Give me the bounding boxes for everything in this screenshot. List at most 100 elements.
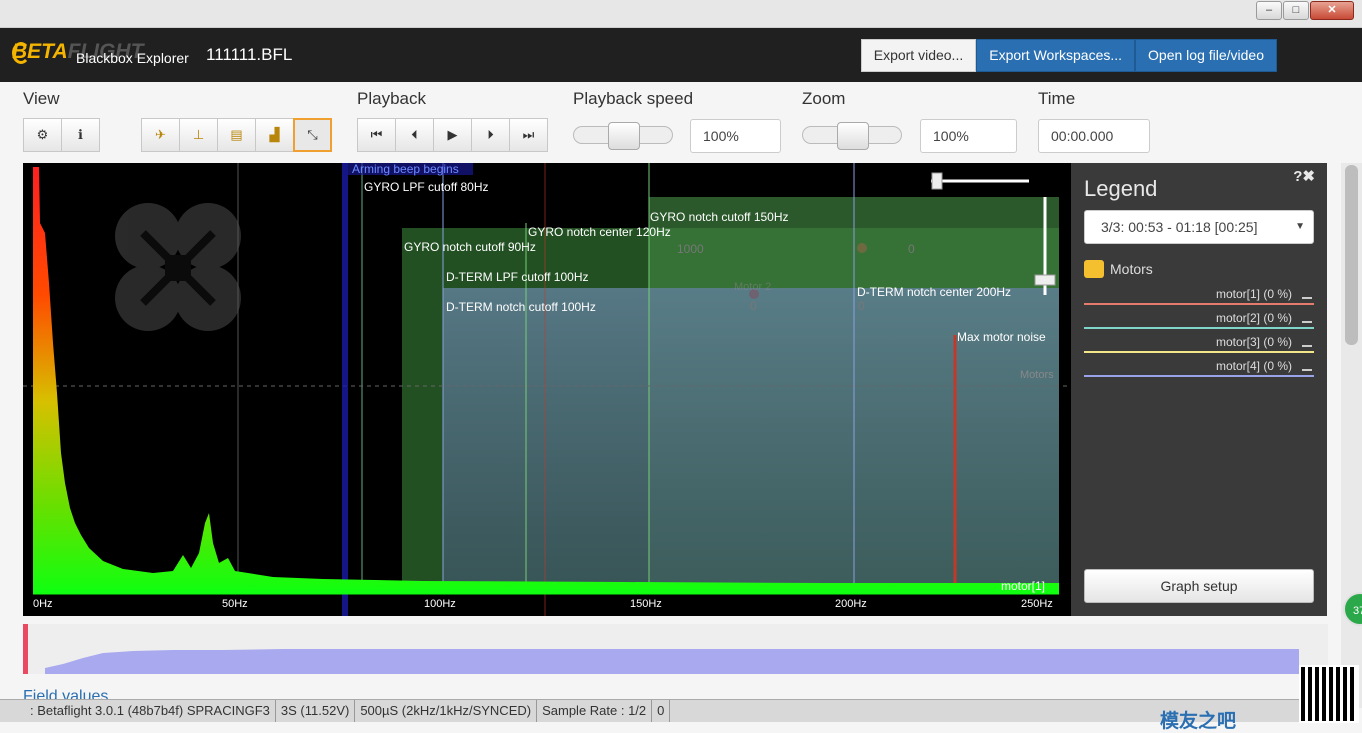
- zoom-slider[interactable]: [802, 122, 902, 150]
- seek-bar-canvas: [23, 624, 1299, 674]
- legend-item-motor3[interactable]: motor[3] (0 %): [1084, 333, 1314, 353]
- status-sample-rate: Sample Rate : 1/2: [537, 700, 653, 722]
- legend-help-close-icon[interactable]: ?✖: [1293, 167, 1315, 185]
- log-selector-value: 3/3: 00:53 - 01:18 [00:25]: [1101, 219, 1258, 235]
- view-buttons: ⚙ ℹ: [23, 118, 100, 152]
- annotation-max-motor-noise: Max motor noise: [957, 330, 1046, 344]
- playback-label: Playback: [357, 89, 426, 108]
- analyser-zoom-y-handle[interactable]: [1034, 274, 1056, 286]
- step-back-button[interactable]: ⏴: [395, 118, 434, 152]
- legend-panel: Legend ?✖ 3/3: 00:53 - 01:18 [00:25] ▼ Mo…: [1071, 163, 1327, 616]
- play-icon: ▶: [447, 127, 458, 142]
- zoom-input[interactable]: 100%: [920, 119, 1017, 153]
- bar-chart-icon: ▟: [269, 127, 280, 142]
- view-label: View: [23, 89, 60, 108]
- joystick-icon: ⊥: [192, 127, 205, 142]
- window-titlebar: – □ ✕: [0, 0, 1362, 28]
- step-back-icon: ⏴: [411, 127, 418, 142]
- spectrum-icon[interactable]: [1302, 361, 1312, 371]
- play-button[interactable]: ▶: [433, 118, 472, 152]
- settings-button[interactable]: ⚙: [23, 118, 62, 152]
- playback-speed-slider-handle[interactable]: [608, 122, 640, 150]
- x-tick-100hz: 100Hz: [424, 598, 456, 610]
- annotation-gyro-notch-center: GYRO notch center 120Hz: [528, 225, 671, 239]
- x-tick-250hz: 250Hz: [1021, 598, 1053, 610]
- plane-icon: ✈: [155, 127, 166, 142]
- status-firmware: : Betaflight 3.0.1 (48b7b4f) SPRACINGF3: [0, 700, 276, 722]
- log-filename: 111111.BFL: [206, 45, 293, 64]
- annotation-gyro-notch-cutoff-90: GYRO notch cutoff 90Hz: [404, 240, 536, 254]
- legend-item-motor1[interactable]: motor[1] (0 %): [1084, 285, 1314, 305]
- playback-speed-slider[interactable]: [573, 122, 673, 150]
- table-icon: ▤: [230, 127, 243, 142]
- graph-setup-button[interactable]: Graph setup: [1084, 569, 1314, 603]
- app-header: BETAFLIGHT Blackbox Explorer 111111.BFL …: [0, 28, 1362, 82]
- chevron-down-icon: ▼: [1295, 221, 1305, 232]
- overlay-label-motors: Motors: [1020, 369, 1054, 381]
- minimize-button[interactable]: –: [1256, 1, 1282, 20]
- jump-start-button[interactable]: ⏮: [357, 118, 396, 152]
- spectrum-icon[interactable]: [1302, 313, 1312, 323]
- export-workspaces-button[interactable]: Export Workspaces...: [976, 39, 1136, 72]
- spectrum-icon[interactable]: [1302, 289, 1312, 299]
- legend-item-label: motor[1] (0 %): [1215, 287, 1292, 301]
- legend-item-label: motor[2] (0 %): [1215, 311, 1292, 325]
- zoom-slider-handle[interactable]: [837, 122, 869, 150]
- legend-item-motor4[interactable]: motor[4] (0 %): [1084, 357, 1314, 377]
- close-button[interactable]: ✕: [1310, 1, 1354, 20]
- x-tick-50hz: 50Hz: [222, 598, 248, 610]
- window-controls: – □ ✕: [1255, 1, 1354, 20]
- playback-speed-label: Playback speed: [573, 89, 694, 108]
- seek-bar[interactable]: [23, 624, 1328, 674]
- info-icon: ℹ: [78, 127, 83, 142]
- step-forward-button[interactable]: ⏵: [471, 118, 510, 152]
- event-label: Arming beep begins: [352, 163, 459, 176]
- open-log-button[interactable]: Open log file/video: [1135, 39, 1277, 72]
- spectrum-icon[interactable]: [1302, 337, 1312, 347]
- legend-group-motors[interactable]: Motors: [1084, 260, 1153, 278]
- jump-end-button[interactable]: ⏭: [509, 118, 548, 152]
- page-scrollbar[interactable]: [1341, 163, 1362, 708]
- legend-title: Legend: [1084, 176, 1158, 201]
- legend-item-motor2[interactable]: motor[2] (0 %): [1084, 309, 1314, 329]
- annotation-dterm-notch-center: D-TERM notch center 200Hz: [857, 285, 1011, 299]
- collapse-arrows-icon: ⤡: [307, 127, 318, 142]
- sticks-view-button[interactable]: ⊥: [179, 118, 218, 152]
- time-input[interactable]: 00:00.000: [1038, 119, 1150, 153]
- zoom-label: Zoom: [802, 89, 846, 108]
- craft-view-button[interactable]: ✈: [141, 118, 180, 152]
- x-tick-150hz: 150Hz: [630, 598, 662, 610]
- gear-icon: ⚙: [36, 127, 49, 142]
- export-video-button[interactable]: Export video...: [860, 39, 977, 72]
- annotation-gyro-notch-cutoff-150: GYRO notch cutoff 150Hz: [650, 210, 789, 224]
- status-battery: 3S (11.52V): [276, 700, 356, 722]
- log-selector[interactable]: 3/3: 00:53 - 01:18 [00:25] ▼: [1084, 210, 1314, 244]
- time-label: Time: [1038, 89, 1076, 108]
- overlay-value-c: 0: [858, 299, 865, 313]
- table-view-button[interactable]: ▤: [217, 118, 256, 152]
- analyser-view-button[interactable]: ▟: [255, 118, 294, 152]
- craft-overlay: [115, 203, 241, 331]
- maximize-button[interactable]: □: [1283, 1, 1309, 20]
- app-name: Blackbox Explorer: [76, 50, 189, 66]
- legend-group-label: Motors: [1110, 261, 1153, 277]
- playback-speed-input[interactable]: 100%: [690, 119, 781, 153]
- scrollbar-thumb[interactable]: [1345, 165, 1358, 345]
- spectrum-graph[interactable]: Arming beep begins 1000 0 0 0 Motor 2 Mo…: [23, 163, 1071, 616]
- overlay-label-motor2: Motor 2: [734, 281, 771, 293]
- overlay-label-motor1: motor[1]: [1001, 579, 1045, 593]
- collapse-icon[interactable]: [1084, 260, 1104, 278]
- graph-view-buttons: ✈ ⊥ ▤ ▟ ⤡: [141, 118, 332, 152]
- status-looptime: 500µS (2kHz/1kHz/SYNCED): [355, 700, 538, 722]
- skip-forward-icon: ⏭: [522, 127, 535, 142]
- spectrum-canvas: Arming beep begins 1000 0 0 0 Motor 2 Mo…: [23, 163, 1071, 616]
- overlay-dot-1: [857, 243, 867, 253]
- seek-bar-cursor[interactable]: [23, 624, 28, 674]
- info-button[interactable]: ℹ: [61, 118, 100, 152]
- analyser-zoom-x-handle[interactable]: [931, 172, 943, 190]
- step-forward-icon: ⏵: [487, 127, 494, 142]
- spectrum-zoom-button[interactable]: ⤡: [293, 118, 332, 152]
- header-actions: Export video... Export Workspaces... Ope…: [860, 39, 1277, 72]
- annotation-gyro-lpf: GYRO LPF cutoff 80Hz: [364, 180, 489, 194]
- playback-buttons: ⏮ ⏴ ▶ ⏵ ⏭: [357, 118, 548, 152]
